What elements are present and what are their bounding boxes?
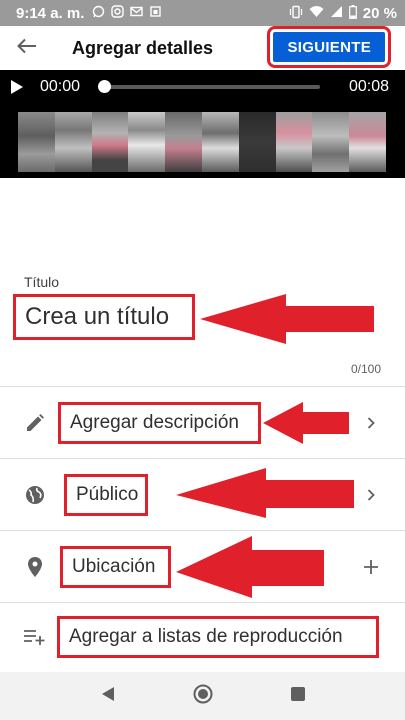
- status-bar: 9:14 a. m. 20 %: [0, 0, 405, 26]
- add-description-label: Agregar descripción: [58, 402, 261, 444]
- divider: [0, 386, 405, 387]
- chevron-right-icon: [363, 415, 379, 431]
- system-nav-bar: [0, 672, 405, 720]
- vibrate-icon: [289, 5, 303, 22]
- sim-icon: [149, 5, 162, 21]
- add-to-playlist-label: Agregar a listas de reproducción: [57, 616, 379, 658]
- gmail-icon: [130, 5, 144, 21]
- battery-icon: [348, 4, 357, 22]
- title-input[interactable]: [13, 294, 195, 340]
- whatsapp-icon: [92, 5, 105, 21]
- instagram-icon: [111, 5, 125, 21]
- add-description-row[interactable]: Agregar descripción: [0, 388, 405, 458]
- play-icon[interactable]: [2, 79, 32, 95]
- annotation-arrow-icon: [200, 294, 374, 344]
- notification-icons: [92, 5, 162, 21]
- wifi-icon: [309, 5, 324, 21]
- privacy-label: Público: [64, 474, 148, 516]
- location-label: Ubicación: [60, 546, 171, 588]
- arrow-back-icon: [17, 38, 37, 59]
- home-circle-icon: [193, 684, 213, 709]
- current-time: 00:00: [40, 78, 81, 95]
- video-scrubber[interactable]: [98, 80, 320, 93]
- globe-icon: [24, 484, 46, 506]
- location-row[interactable]: Ubicación: [0, 532, 405, 602]
- scrubber-handle[interactable]: [98, 80, 111, 93]
- video-filmstrip[interactable]: [18, 112, 386, 172]
- next-button[interactable]: SIGUIENTE: [267, 26, 391, 68]
- chevron-right-icon: [363, 487, 379, 503]
- back-button[interactable]: [0, 26, 54, 70]
- privacy-row[interactable]: Público: [0, 460, 405, 530]
- location-pin-icon: [24, 556, 46, 578]
- pencil-icon: [24, 412, 46, 434]
- page-title: Agregar detalles: [72, 37, 214, 58]
- divider: [0, 530, 405, 531]
- annotation-arrow-icon: [263, 402, 349, 444]
- triangle-back-icon: [101, 686, 115, 707]
- nav-recents-button[interactable]: [278, 676, 318, 716]
- annotation-arrow-icon: [176, 468, 354, 518]
- nav-back-button[interactable]: [88, 676, 128, 716]
- total-time: 00:08: [348, 78, 389, 95]
- battery-percent: 20 %: [362, 4, 397, 22]
- signal-icon: [330, 5, 343, 21]
- add-to-playlist-row[interactable]: Agregar a listas de reproducción: [0, 602, 405, 672]
- playlist-add-icon: [24, 626, 46, 648]
- system-icons: 20 %: [289, 4, 397, 22]
- annotation-arrow-icon: [176, 536, 324, 598]
- app-bar: Agregar detalles SIGUIENTE: [0, 26, 405, 70]
- divider: [0, 458, 405, 459]
- plus-icon[interactable]: [363, 559, 379, 575]
- status-time: 9:14 a. m.: [16, 4, 85, 22]
- video-preview: 00:00 00:08: [0, 70, 405, 178]
- player-controls: 00:00 00:08: [0, 74, 405, 100]
- char-counter: 0/100: [350, 362, 381, 376]
- title-label: Título: [24, 274, 60, 290]
- nav-home-button[interactable]: [183, 676, 223, 716]
- square-recents-icon: [290, 686, 305, 706]
